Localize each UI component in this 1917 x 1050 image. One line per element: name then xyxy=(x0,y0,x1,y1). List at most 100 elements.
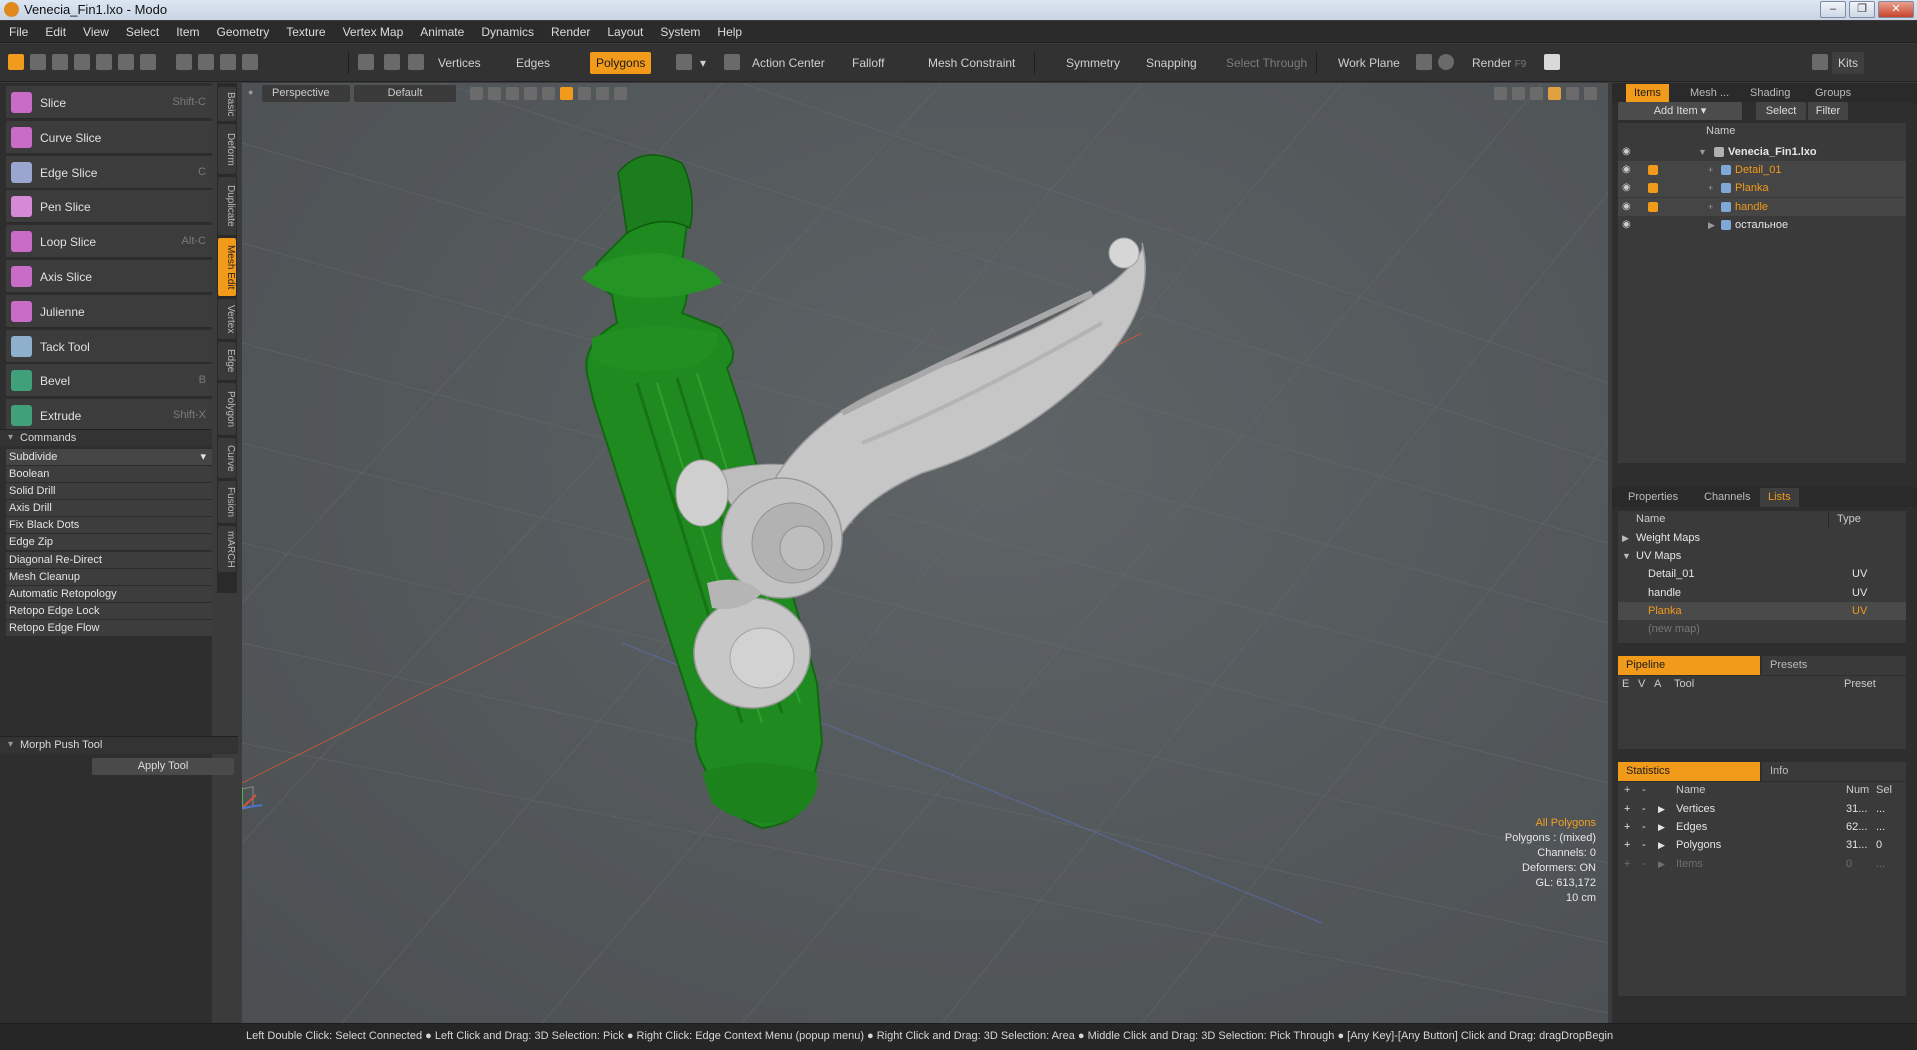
shading-mode-button[interactable]: Default xyxy=(354,85,456,102)
menu-geometry[interactable]: Geometry xyxy=(208,21,278,39)
frame-icon[interactable] xyxy=(242,54,258,70)
tool-tack-tool[interactable]: Tack Tool xyxy=(6,329,212,363)
workplane-icon[interactable] xyxy=(176,54,192,70)
menu-system[interactable]: System xyxy=(651,21,708,39)
viewport-scene[interactable] xyxy=(242,83,1608,1023)
command-mesh-cleanup[interactable]: Mesh Cleanup xyxy=(6,568,212,586)
viewport-menu-icon[interactable]: ● xyxy=(248,87,253,97)
tool-extrude[interactable]: Extrude Shift-X xyxy=(6,399,212,433)
expand-arrow-icon[interactable]: ▶ xyxy=(1658,855,1665,873)
tab-shading[interactable]: Shading xyxy=(1742,84,1798,103)
stat-row[interactable]: + - ▶ Items 0... xyxy=(1618,855,1906,873)
add-item-button[interactable]: Add Item ▾ xyxy=(1618,102,1742,120)
visibility-eye-icon[interactable]: ◉ xyxy=(1622,161,1631,179)
menu-render[interactable]: Render xyxy=(542,21,598,39)
lock-icon[interactable] xyxy=(1648,183,1658,194)
tab-items[interactable]: Items xyxy=(1626,84,1669,103)
vtab-fusion[interactable]: Fusion xyxy=(218,481,236,523)
expand-arrow-icon[interactable]: ▶ xyxy=(1658,818,1665,836)
maximize-view-icon[interactable] xyxy=(1548,87,1561,100)
menu-select[interactable]: Select xyxy=(117,21,167,39)
tab-lists[interactable]: Lists xyxy=(1760,488,1799,507)
solid-icon[interactable] xyxy=(506,87,519,100)
handle-mesh[interactable] xyxy=(675,237,1146,709)
vtab-edge[interactable]: Edge xyxy=(218,342,236,380)
select-through-button[interactable]: Select Through xyxy=(1220,52,1313,74)
command-boolean[interactable]: Boolean xyxy=(6,466,212,483)
vertices-mode-button[interactable]: Vertices xyxy=(432,52,487,74)
maximize-button[interactable]: ❐ xyxy=(1849,1,1875,18)
menu-edit[interactable]: Edit xyxy=(36,21,74,39)
grid-toggle-icon[interactable] xyxy=(488,87,501,100)
stat-row[interactable]: + - ▶ Polygons 31... 0 xyxy=(1618,836,1906,854)
shaded-icon[interactable] xyxy=(542,87,555,100)
menu-dynamics[interactable]: Dynamics xyxy=(472,21,542,39)
plus-icon[interactable]: + xyxy=(1624,855,1630,873)
zoom-icon[interactable] xyxy=(1530,87,1543,100)
visibility-eye-icon[interactable]: ◉ xyxy=(1622,216,1631,234)
items-mode-icon[interactable] xyxy=(358,54,374,70)
item-row[interactable]: ◉ ▶ остальное xyxy=(1618,216,1906,234)
vtab-basic[interactable]: Basic xyxy=(218,87,236,121)
snapping-button[interactable]: Snapping xyxy=(1140,52,1203,74)
drawing-options-icon[interactable] xyxy=(614,87,627,100)
menu-file[interactable]: File xyxy=(0,21,36,39)
list-row[interactable]: ▶ Weight Maps xyxy=(1618,529,1906,547)
visibility-eye-icon[interactable]: ◉ xyxy=(1622,198,1631,216)
tab-info[interactable]: Info xyxy=(1762,762,1906,781)
orbit-icon[interactable] xyxy=(1512,87,1525,100)
grid-icon[interactable] xyxy=(198,54,214,70)
active-view-icon[interactable] xyxy=(560,87,573,100)
tab-statistics[interactable]: Statistics xyxy=(1618,762,1760,781)
minus-icon[interactable]: - xyxy=(1642,855,1646,873)
minus-icon[interactable]: - xyxy=(1642,836,1646,854)
chevron-right-icon[interactable] xyxy=(1584,87,1597,100)
tool-curve-slice[interactable]: Curve Slice xyxy=(6,120,212,154)
subdivide-dropdown[interactable]: Subdivide ▾ xyxy=(6,449,212,466)
materials-mode-icon[interactable] xyxy=(384,54,400,70)
apply-tool-button[interactable]: Apply Tool xyxy=(92,758,234,775)
commands-header[interactable]: ▾ Commands xyxy=(0,429,212,446)
stats-remove-all-icon[interactable]: - xyxy=(1642,782,1646,799)
wireframe-icon[interactable] xyxy=(470,87,483,100)
view-type-button[interactable]: Perspective xyxy=(262,85,350,102)
close-button[interactable]: ✕ xyxy=(1878,1,1914,18)
minus-icon[interactable]: - xyxy=(1642,818,1646,836)
select-mode-icon[interactable] xyxy=(8,54,24,70)
edges-mode-button[interactable]: Edges xyxy=(510,52,556,74)
move-icon[interactable] xyxy=(30,54,46,70)
select-button[interactable]: Select xyxy=(1756,102,1806,120)
command-solid-drill[interactable]: Solid Drill xyxy=(6,483,212,501)
gear-icon[interactable] xyxy=(1566,87,1579,100)
plus-icon[interactable]: + xyxy=(1624,818,1630,836)
tool-axis-slice[interactable]: Axis Slice xyxy=(6,260,212,293)
texture-icon[interactable] xyxy=(524,87,537,100)
command-fix-black-dots[interactable]: Fix Black Dots xyxy=(6,517,212,535)
menu-layout[interactable]: Layout xyxy=(598,21,651,39)
expand-arrow-icon[interactable]: + xyxy=(1708,179,1713,197)
preview-icon[interactable] xyxy=(1438,54,1454,70)
stat-row[interactable]: + - ▶ Vertices 31...... xyxy=(1618,800,1906,818)
menu-help[interactable]: Help xyxy=(708,21,750,39)
item-row[interactable]: ◉ + Detail_01 xyxy=(1618,161,1906,180)
tab-groups[interactable]: Groups xyxy=(1807,84,1859,103)
list-row[interactable]: (new map) xyxy=(1618,620,1906,638)
visibility-eye-icon[interactable]: ◉ xyxy=(1622,179,1631,197)
stat-row[interactable]: + - ▶ Edges 62...... xyxy=(1618,818,1906,836)
vtab-curve[interactable]: Curve xyxy=(218,438,236,478)
plus-icon[interactable]: + xyxy=(1624,836,1630,854)
expand-arrow-icon[interactable]: ▼ xyxy=(1622,547,1631,565)
tool-loop-slice[interactable]: Loop Slice Alt-C xyxy=(6,225,212,259)
element-move-icon[interactable] xyxy=(118,54,134,70)
menu-item[interactable]: Item xyxy=(167,21,207,39)
lock-icon[interactable] xyxy=(1648,165,1658,176)
dropdown-arrow-icon[interactable]: ▾ xyxy=(696,52,710,74)
tab-properties[interactable]: Properties xyxy=(1620,488,1686,507)
expand-arrow-icon[interactable]: ▶ xyxy=(1622,529,1629,547)
morph-push-header[interactable]: ▾ Morph Push Tool xyxy=(0,736,238,754)
command-retopo-edge-lock[interactable]: Retopo Edge Lock xyxy=(6,602,212,620)
list-row[interactable]: Planka UV xyxy=(1618,601,1906,620)
work-plane-button[interactable]: Work Plane xyxy=(1332,52,1406,74)
tab-presets[interactable]: Presets xyxy=(1762,656,1906,675)
tool-bevel[interactable]: Bevel B xyxy=(6,364,212,398)
